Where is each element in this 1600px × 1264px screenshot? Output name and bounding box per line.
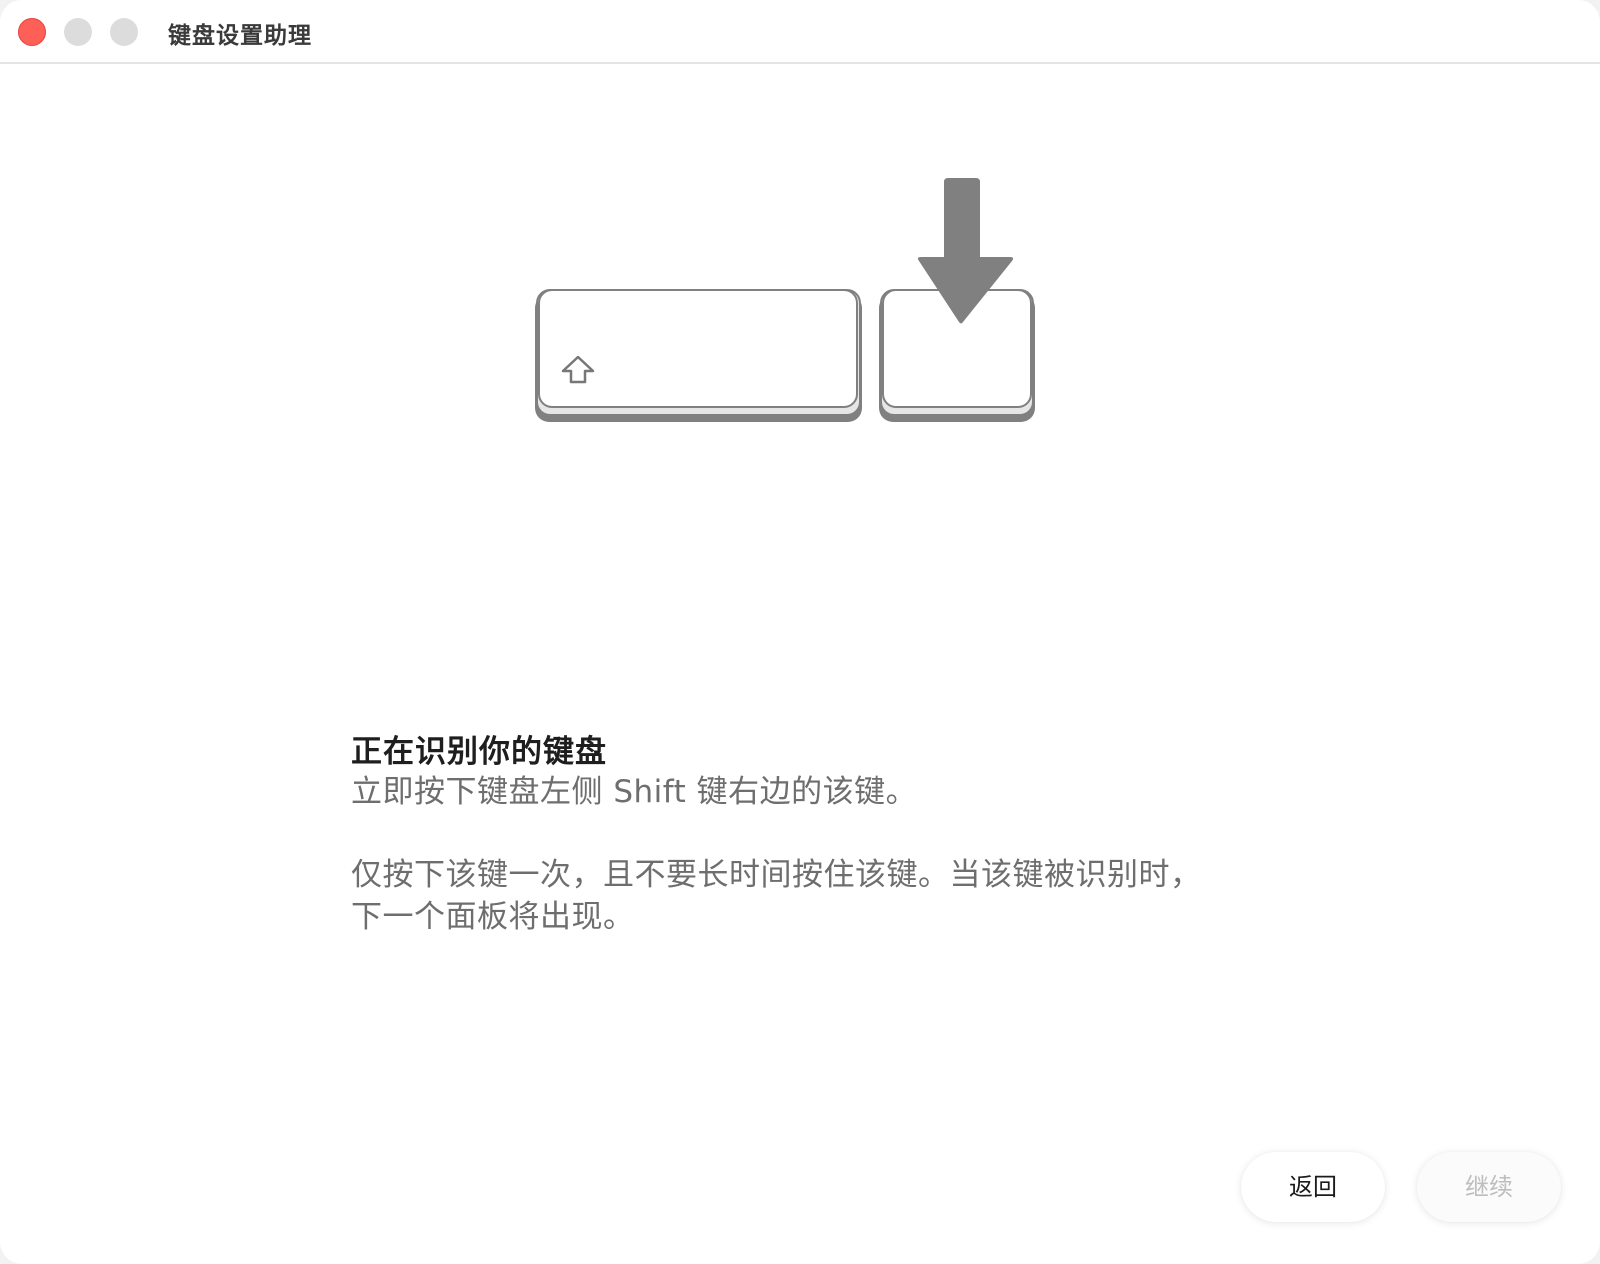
window-title: 键盘设置助理 bbox=[168, 23, 312, 49]
keyboard-setup-window: 键盘设置助理 正在识别你的键盘 立即按下键盘左侧 Shift 键右边的该键。 仅… bbox=[0, 0, 1600, 1264]
minimize-window-button[interactable] bbox=[64, 18, 92, 46]
title-bar: 键盘设置助理 bbox=[0, 0, 1600, 64]
note-text: 仅按下该键一次，且不要长时间按住该键。当该键被识别时， 下一个面板将出现。 bbox=[351, 854, 1271, 938]
continue-button[interactable]: 继续 bbox=[1417, 1152, 1561, 1222]
instruction-text-block: 正在识别你的键盘 立即按下键盘左侧 Shift 键右边的该键。 仅按下该键一次，… bbox=[351, 732, 1271, 938]
note-line-2: 下一个面板将出现。 bbox=[351, 899, 635, 935]
close-window-button[interactable] bbox=[18, 18, 46, 46]
zoom-window-button[interactable] bbox=[110, 18, 138, 46]
note-line-1: 仅按下该键一次，且不要长时间按住该键。当该键被识别时， bbox=[351, 857, 1202, 893]
instruction-text: 立即按下键盘左侧 Shift 键右边的该键。 bbox=[351, 774, 918, 810]
heading: 正在识别你的键盘 bbox=[351, 734, 607, 770]
keyboard-illustration bbox=[535, 178, 1035, 422]
back-button[interactable]: 返回 bbox=[1241, 1152, 1385, 1222]
shift-key-graphic bbox=[535, 289, 862, 422]
